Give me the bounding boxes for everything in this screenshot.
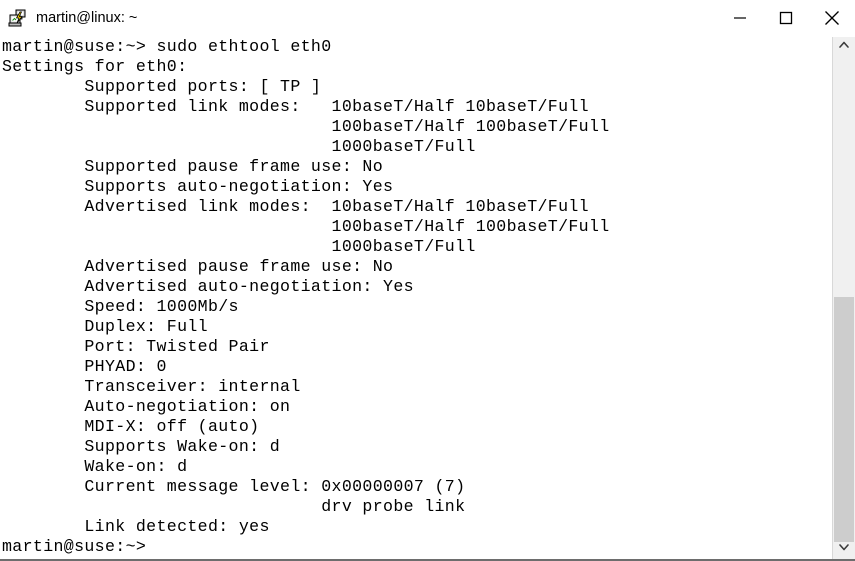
minimize-button[interactable] xyxy=(717,0,763,36)
terminal-output-area[interactable]: martin@suse:~> sudo ethtool eth0 Setting… xyxy=(0,37,832,559)
terminal-text: martin@suse:~> sudo ethtool eth0 Setting… xyxy=(2,37,610,556)
minimize-icon xyxy=(725,3,755,33)
terminal-computer-icon xyxy=(8,8,28,28)
window-controls xyxy=(717,0,855,36)
scrollbar-thumb[interactable] xyxy=(834,297,854,542)
terminal-window: martin@linux: ~ martin@suse:~> sudo etht… xyxy=(0,0,855,561)
scroll-down-button[interactable] xyxy=(833,539,855,559)
vertical-scrollbar[interactable] xyxy=(832,37,855,559)
window-body: martin@suse:~> sudo ethtool eth0 Setting… xyxy=(0,36,855,559)
title-bar[interactable]: martin@linux: ~ xyxy=(0,0,855,36)
scrollbar-track[interactable] xyxy=(833,57,855,542)
maximize-button[interactable] xyxy=(763,0,809,36)
maximize-icon xyxy=(771,3,801,33)
chevron-up-icon xyxy=(837,38,851,57)
title-bar-left: martin@linux: ~ xyxy=(0,8,717,28)
close-icon xyxy=(817,3,847,33)
scroll-up-button[interactable] xyxy=(833,37,855,57)
window-title: martin@linux: ~ xyxy=(36,10,138,26)
chevron-down-icon xyxy=(837,540,851,559)
close-button[interactable] xyxy=(809,0,855,36)
